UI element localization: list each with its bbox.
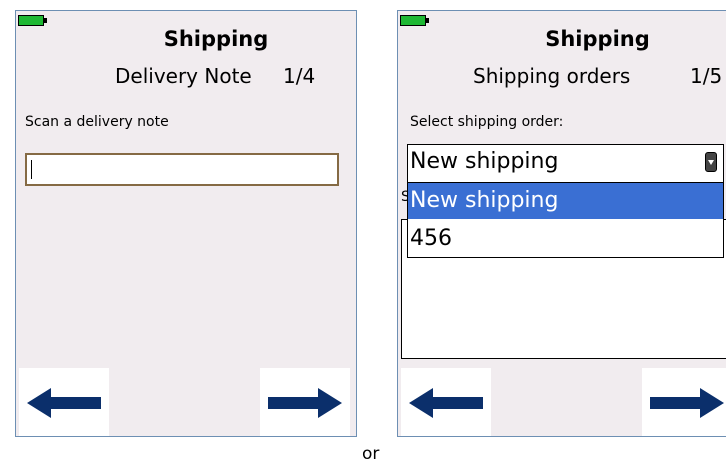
page-subtitle: Shipping orders [473, 64, 631, 88]
battery-icon [18, 15, 47, 26]
delivery-note-input[interactable] [25, 153, 339, 186]
or-separator: or [362, 444, 380, 464]
back-button[interactable] [401, 368, 491, 436]
next-button[interactable] [642, 368, 726, 436]
page-title: Shipping [545, 27, 650, 51]
phone-screen-delivery-note: Shipping Delivery Note 1/4 Scan a delive… [15, 10, 357, 437]
scan-prompt: Scan a delivery note [25, 114, 169, 130]
step-indicator: 1/4 [283, 64, 316, 88]
chevron-down-icon[interactable] [705, 152, 717, 172]
arrow-left-icon [409, 388, 483, 418]
phone-screen-shipping-orders: Shipping Shipping orders 1/5 Select ship… [397, 10, 726, 437]
arrow-right-icon [268, 388, 342, 418]
shipping-order-dropdown[interactable]: New shipping 456 [407, 182, 724, 258]
select-prompt: Select shipping order: [410, 114, 564, 130]
select-value: New shipping [410, 149, 559, 174]
dropdown-option-new-shipping[interactable]: New shipping [408, 183, 723, 219]
step-indicator: 1/5 [690, 64, 723, 88]
arrow-right-icon [650, 388, 724, 418]
back-button[interactable] [19, 368, 109, 436]
arrow-left-icon [27, 388, 101, 418]
page-title: Shipping [163, 27, 269, 51]
text-caret [31, 160, 32, 179]
next-button[interactable] [260, 368, 350, 436]
battery-icon [400, 15, 429, 26]
page-subtitle: Delivery Note [115, 64, 252, 88]
shipping-order-select[interactable]: New shipping [407, 144, 724, 183]
dropdown-option-456[interactable]: 456 [408, 221, 723, 257]
